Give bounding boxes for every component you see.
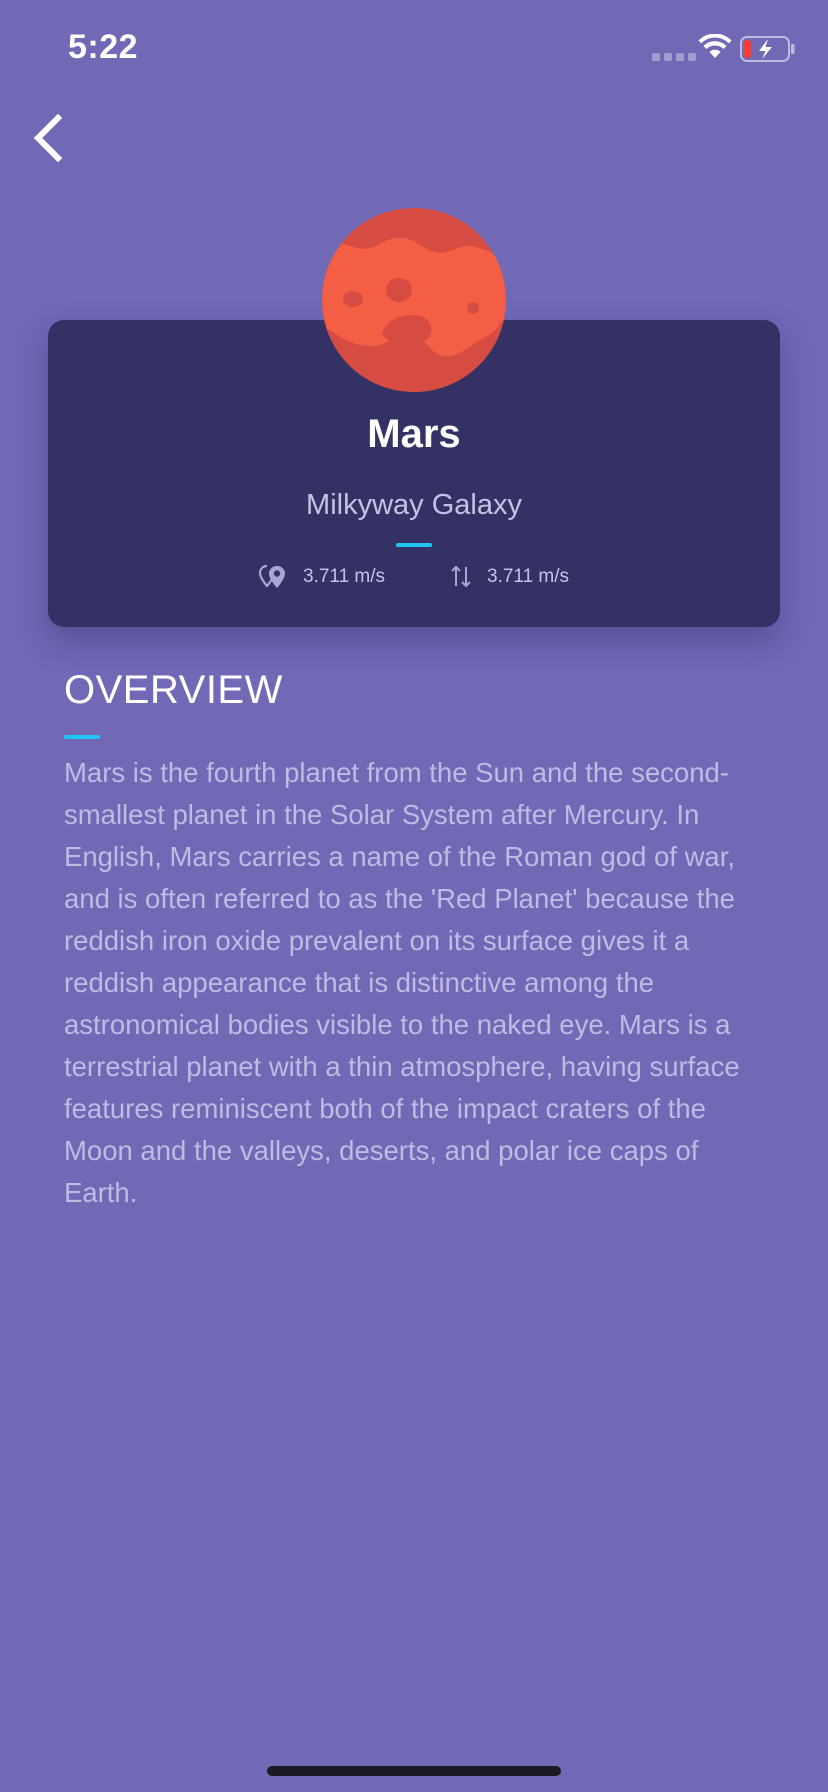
gravity-arrows-icon bbox=[451, 565, 471, 588]
wifi-icon bbox=[698, 34, 732, 58]
overview-title: OVERVIEW bbox=[64, 668, 283, 712]
back-button[interactable] bbox=[26, 110, 74, 166]
status-bar: 5:22 bbox=[0, 0, 828, 100]
card-accent-divider bbox=[396, 543, 432, 547]
stat-gravity: 3.711 m/s bbox=[449, 562, 569, 592]
stat-distance-value: 3.711 m/s bbox=[303, 566, 386, 587]
overview-accent-divider bbox=[64, 735, 100, 739]
planet-name: Mars bbox=[367, 412, 461, 456]
status-time: 5:22 bbox=[68, 28, 139, 66]
planet-galaxy: Milkyway Galaxy bbox=[306, 489, 522, 521]
location-pin-icon bbox=[259, 564, 285, 588]
stat-gravity-value: 3.711 m/s bbox=[487, 566, 570, 587]
cellular-signal-icon bbox=[652, 53, 696, 61]
overview-description: Mars is the fourth planet from the Sun a… bbox=[64, 757, 740, 1208]
home-indicator[interactable] bbox=[267, 1766, 561, 1776]
mars-planet-icon bbox=[322, 208, 506, 392]
chevron-left-icon bbox=[33, 113, 63, 163]
stat-distance: 3.711 m/s bbox=[259, 562, 385, 592]
battery-charging-icon bbox=[740, 36, 795, 62]
